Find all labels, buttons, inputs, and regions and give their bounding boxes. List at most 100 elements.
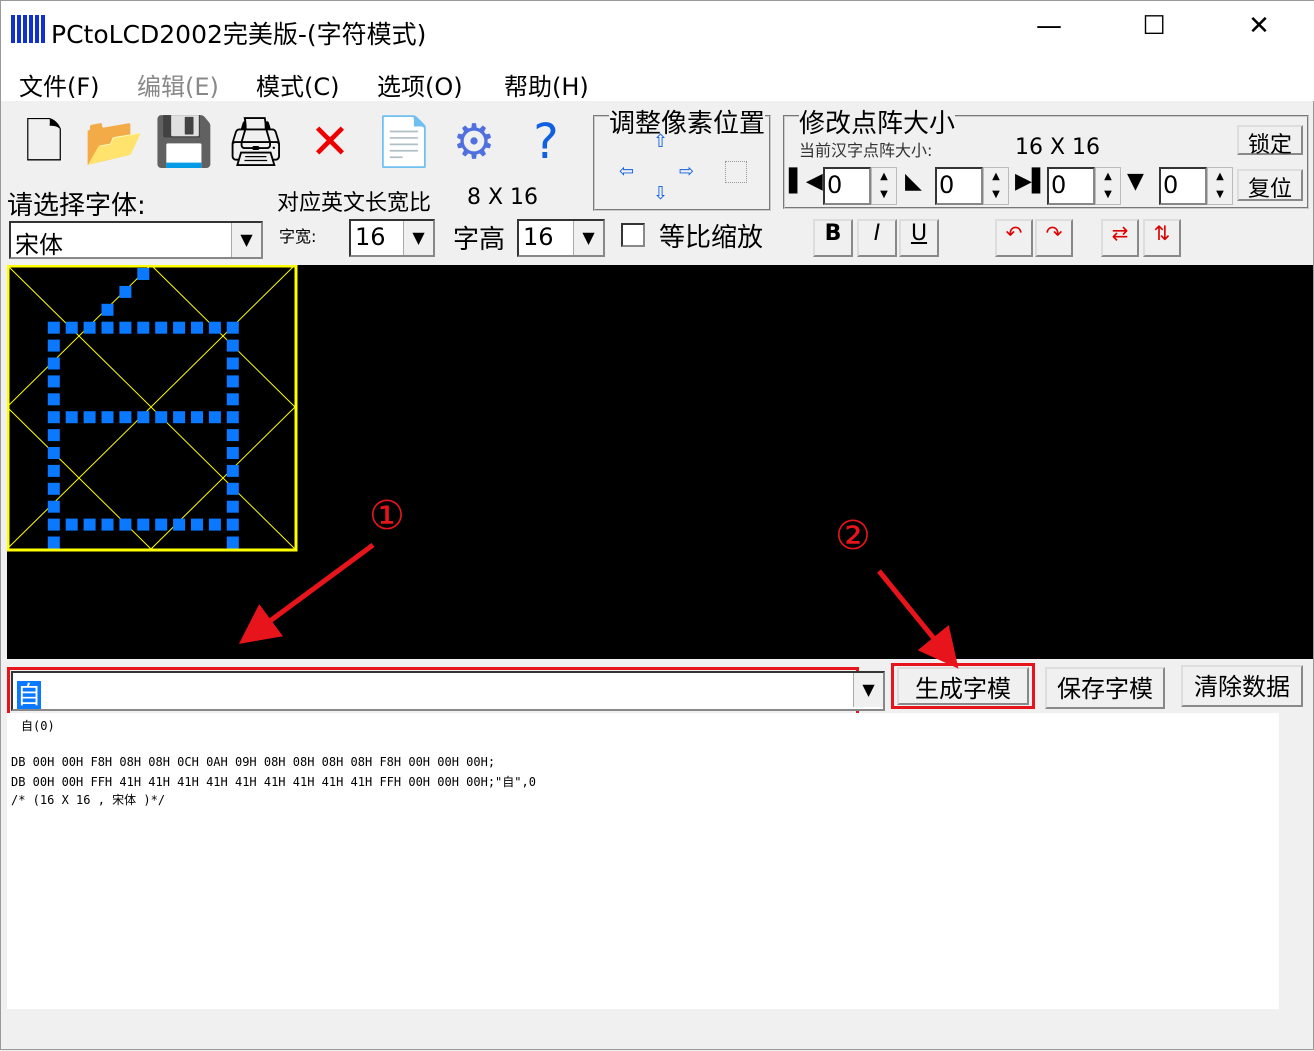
help-icon[interactable]: ? <box>513 107 579 177</box>
glyph-pixel[interactable] <box>173 321 186 334</box>
glyph-pixel[interactable] <box>137 321 150 334</box>
font-select[interactable]: 宋体 ▼ <box>9 221 263 259</box>
glyph-pixel[interactable] <box>226 321 239 334</box>
delete-icon[interactable]: ✕ <box>297 107 363 177</box>
glyph-pixel[interactable] <box>226 393 239 406</box>
glyph-pixel[interactable] <box>47 375 60 388</box>
glyph-pixel[interactable] <box>83 321 96 334</box>
glyph-pixel[interactable] <box>65 321 78 334</box>
glyph-pixel[interactable] <box>47 447 60 459</box>
height-select[interactable]: 16 ▼ <box>517 219 605 257</box>
glyph-pixel[interactable] <box>155 411 168 424</box>
menu-mode[interactable]: 模式(C) <box>256 67 339 102</box>
generate-button[interactable]: 生成字模 <box>897 667 1029 705</box>
glyph-preview[interactable] <box>7 265 299 555</box>
proportional-checkbox[interactable] <box>621 223 645 247</box>
glyph-pixel[interactable] <box>83 411 96 424</box>
glyph-pixel[interactable] <box>47 393 60 406</box>
glyph-pixel[interactable] <box>226 518 239 531</box>
margin-left-input[interactable]: 0 <box>823 167 871 205</box>
glyph-pixel[interactable] <box>226 411 239 424</box>
margin-top-input[interactable]: 0 <box>935 167 983 205</box>
width-select[interactable]: 16 ▼ <box>349 219 435 257</box>
glyph-pixel[interactable] <box>47 500 60 513</box>
glyph-pixel[interactable] <box>226 339 239 352</box>
flip-horizontal-icon[interactable]: ⇄ <box>1101 219 1139 257</box>
open-icon[interactable]: 📂 <box>81 107 147 177</box>
new-icon[interactable]: 🗋 <box>11 107 77 177</box>
glyph-pixel[interactable] <box>47 321 60 334</box>
glyph-pixel[interactable] <box>155 321 168 334</box>
glyph-pixel[interactable] <box>226 429 239 442</box>
glyph-pixel[interactable] <box>173 411 186 424</box>
menu-help[interactable]: 帮助(H) <box>504 67 589 102</box>
vertical-scrollbar[interactable] <box>1279 713 1313 1009</box>
glyph-pixel[interactable] <box>65 411 78 424</box>
output-text-area[interactable]: 自(0) DB 00H 00H F8H 08H 08H 0CH 0AH 09H … <box>7 713 1313 1047</box>
glyph-pixel[interactable] <box>191 321 203 334</box>
menu-options[interactable]: 选项(O) <box>377 67 463 102</box>
glyph-pixel[interactable] <box>119 285 132 298</box>
margin-bottom-input[interactable]: 0 <box>1159 167 1207 205</box>
menu-edit[interactable]: 编辑(E) <box>137 67 219 102</box>
glyph-pixel[interactable] <box>226 482 239 495</box>
glyph-pixel[interactable] <box>101 518 114 531</box>
text-input[interactable]: 自 ▼ <box>11 671 885 711</box>
glyph-pixel[interactable] <box>137 268 150 280</box>
margin-left-spinner[interactable]: ▲ ▼ <box>871 167 897 205</box>
reset-button[interactable]: 复位 <box>1237 169 1303 202</box>
settings-gear-icon[interactable]: ⚙ <box>441 107 507 177</box>
menu-file[interactable]: 文件(F) <box>19 67 100 102</box>
rotate-left-icon[interactable]: ↶ <box>995 219 1033 257</box>
glyph-pixel[interactable] <box>47 536 60 549</box>
glyph-pixel[interactable] <box>47 357 60 370</box>
glyph-pixel[interactable] <box>226 447 239 459</box>
glyph-pixel[interactable] <box>101 411 114 424</box>
arrow-down-icon[interactable]: ⇩ <box>653 183 668 204</box>
glyph-pixel[interactable] <box>47 482 60 495</box>
glyph-pixel[interactable] <box>226 536 239 549</box>
bold-button[interactable]: B <box>813 219 853 257</box>
export-icon[interactable]: 🖨 <box>223 107 289 177</box>
glyph-pixel[interactable] <box>226 357 239 370</box>
glyph-pixel[interactable] <box>155 518 168 531</box>
save-icon[interactable]: 💾 <box>151 107 217 177</box>
glyph-pixel[interactable] <box>47 464 60 477</box>
horizontal-scrollbar[interactable] <box>7 1009 1313 1047</box>
glyph-pixel[interactable] <box>101 303 114 316</box>
underline-button[interactable]: U <box>899 219 939 257</box>
glyph-pixel[interactable] <box>119 411 132 424</box>
glyph-pixel[interactable] <box>137 411 150 424</box>
arrow-right-icon[interactable]: ⇨ <box>679 161 694 182</box>
margin-top-spinner[interactable]: ▲ ▼ <box>983 167 1009 205</box>
clear-button[interactable]: 清除数据 <box>1181 665 1303 707</box>
rotate-right-icon[interactable]: ↷ <box>1035 219 1073 257</box>
lock-button[interactable]: 锁定 <box>1237 125 1303 158</box>
glyph-pixel[interactable] <box>137 518 150 531</box>
glyph-pixel[interactable] <box>119 518 132 531</box>
glyph-pixel[interactable] <box>208 321 221 334</box>
italic-button[interactable]: I <box>857 219 897 257</box>
center-icon[interactable] <box>725 161 747 183</box>
minimize-button[interactable]: — <box>1029 11 1069 41</box>
arrow-up-icon[interactable]: ⇧ <box>653 131 668 152</box>
save-font-button[interactable]: 保存字模 <box>1045 667 1165 709</box>
maximize-button[interactable]: ☐ <box>1134 11 1174 41</box>
glyph-pixel[interactable] <box>191 518 203 531</box>
flip-vertical-icon[interactable]: ⇅ <box>1143 219 1181 257</box>
glyph-pixel[interactable] <box>208 518 221 531</box>
glyph-pixel[interactable] <box>119 321 132 334</box>
glyph-pixel[interactable] <box>191 411 203 424</box>
margin-bottom-spinner[interactable]: ▲ ▼ <box>1207 167 1233 205</box>
glyph-pixel[interactable] <box>47 339 60 352</box>
glyph-pixel[interactable] <box>226 500 239 513</box>
glyph-pixel[interactable] <box>226 375 239 388</box>
margin-right-spinner[interactable]: ▲ ▼ <box>1095 167 1121 205</box>
glyph-pixel[interactable] <box>226 464 239 477</box>
notepad-icon[interactable]: 📄 <box>371 107 437 177</box>
glyph-pixel[interactable] <box>173 518 186 531</box>
glyph-pixel[interactable] <box>83 518 96 531</box>
glyph-pixel[interactable] <box>101 321 114 334</box>
glyph-pixel[interactable] <box>208 411 221 424</box>
glyph-pixel[interactable] <box>47 411 60 424</box>
